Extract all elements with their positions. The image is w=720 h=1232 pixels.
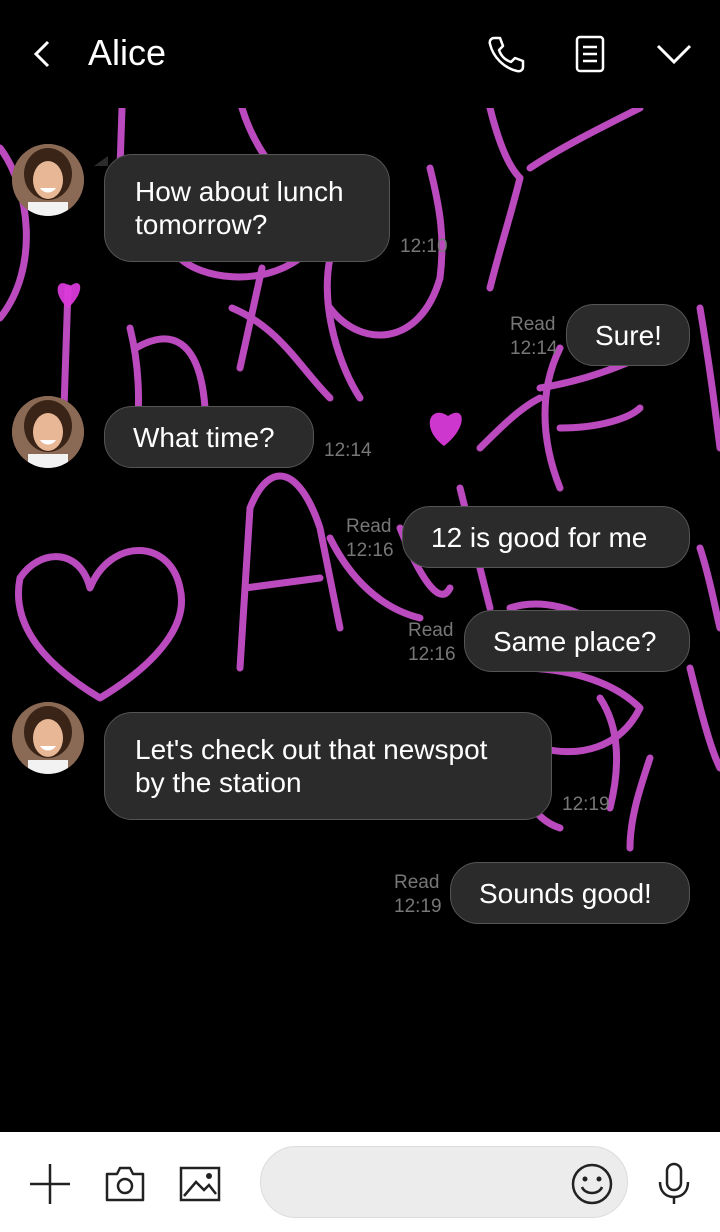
message-text-line: Let's check out that newspot <box>135 734 488 765</box>
message-bubble-incoming[interactable]: Let's check out that newspot by the stat… <box>104 712 552 820</box>
microphone-icon[interactable] <box>652 1162 696 1206</box>
contact-avatar[interactable] <box>12 396 84 468</box>
message-time: 12:19 <box>562 794 610 815</box>
notes-icon[interactable] <box>568 32 612 76</box>
message-time: 12:16 <box>408 644 456 665</box>
back-arrow-icon[interactable] <box>26 34 62 74</box>
avatar-image <box>12 396 84 468</box>
message-bubble-outgoing[interactable]: Same place? <box>464 610 690 672</box>
contact-avatar[interactable] <box>12 144 84 216</box>
message-bubble-incoming[interactable]: What time? <box>104 406 314 468</box>
chat-area[interactable]: How about lunch tomorrow? 12:10 Read 12:… <box>0 108 720 1132</box>
message-bubble-outgoing[interactable]: 12 is good for me <box>402 506 690 568</box>
message-text: Sounds good! <box>479 878 652 909</box>
message-read-status: Read <box>408 620 454 641</box>
message-bubble-outgoing[interactable]: Sounds good! <box>450 862 690 924</box>
message-text-line: How about lunch <box>135 176 344 207</box>
message-time: 12:16 <box>346 540 394 561</box>
avatar-image <box>12 144 84 216</box>
avatar-image <box>12 702 84 774</box>
message-text-line: by the station <box>135 767 302 798</box>
contact-name: Alice <box>88 32 167 73</box>
message-bubble-incoming[interactable]: How about lunch tomorrow? <box>104 154 390 262</box>
message-time: 12:10 <box>400 236 448 257</box>
chevron-down-icon[interactable] <box>652 36 696 72</box>
message-read-status: Read <box>394 872 440 893</box>
contact-avatar[interactable] <box>12 702 84 774</box>
camera-icon[interactable] <box>103 1162 147 1206</box>
message-text: Sure! <box>595 320 662 351</box>
image-icon[interactable] <box>178 1162 222 1206</box>
message-time: 12:14 <box>324 440 372 461</box>
message-bubble-outgoing[interactable]: Sure! <box>566 304 690 366</box>
plus-icon[interactable] <box>28 1162 72 1206</box>
composer-bar <box>0 1132 720 1232</box>
message-text-line: tomorrow? <box>135 209 268 240</box>
phone-icon[interactable] <box>484 32 528 76</box>
message-text: Same place? <box>493 626 657 657</box>
message-time: 12:19 <box>394 896 442 917</box>
message-read-status: Read <box>510 314 556 335</box>
message-read-status: Read <box>346 516 392 537</box>
emoji-icon[interactable] <box>570 1162 614 1206</box>
message-text: What time? <box>133 422 275 453</box>
chat-header: Alice <box>0 0 720 108</box>
message-text: 12 is good for me <box>431 522 648 553</box>
message-time: 12:14 <box>510 338 558 359</box>
